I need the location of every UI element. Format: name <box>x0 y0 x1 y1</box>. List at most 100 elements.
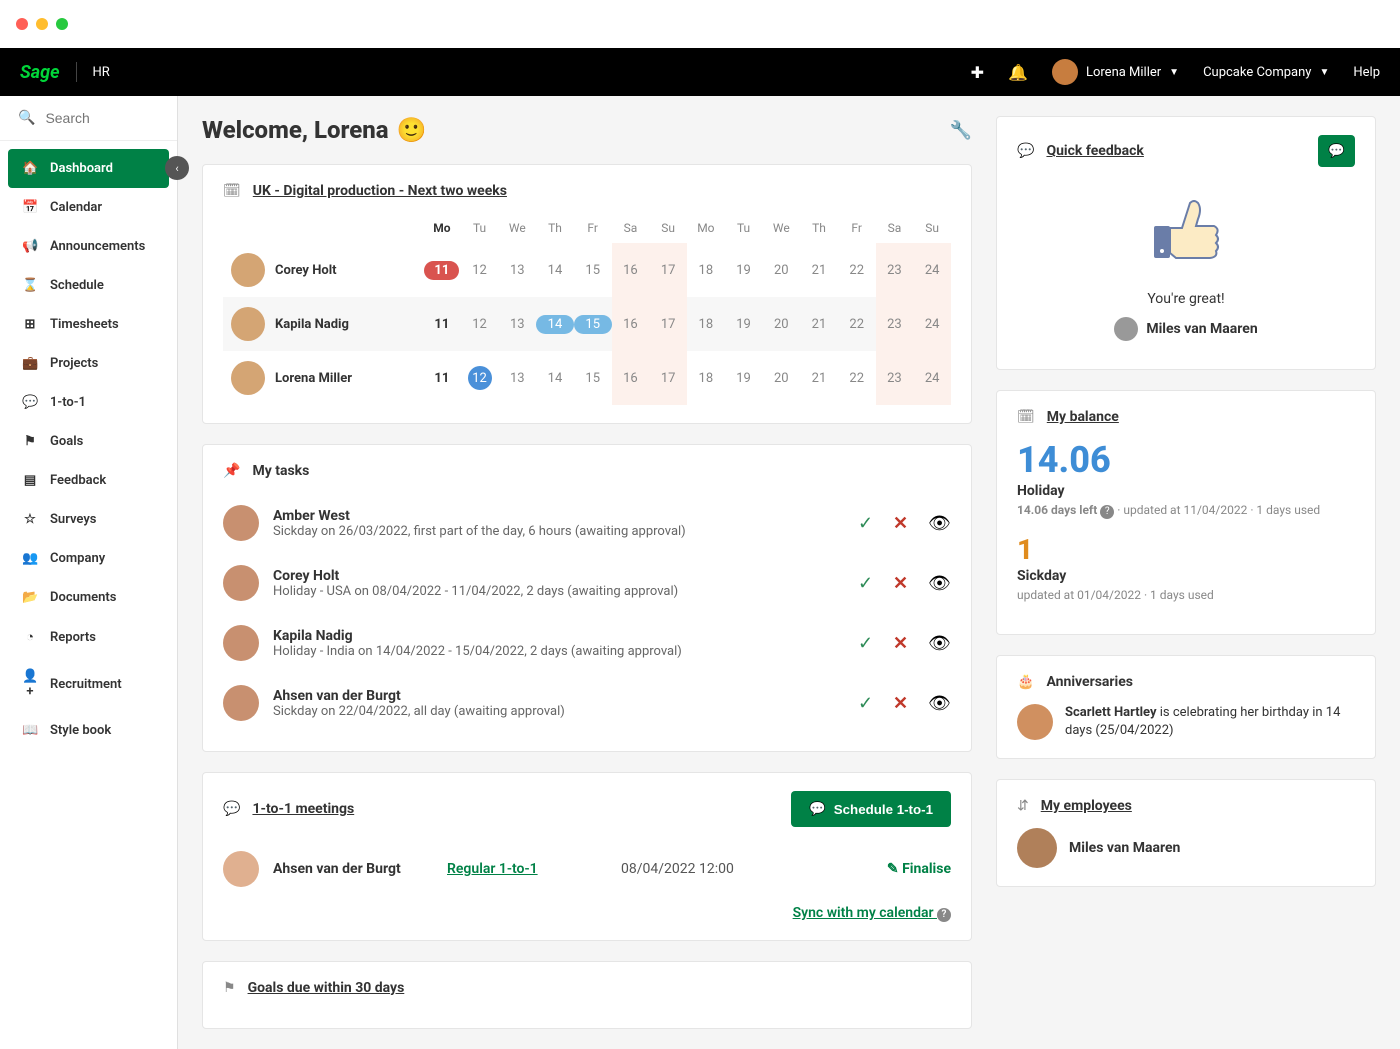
meetings-title[interactable]: 1-to-1 meetings <box>252 801 354 817</box>
help-link[interactable]: Help <box>1353 65 1380 80</box>
cal-cell[interactable]: 20 <box>762 351 800 405</box>
search-bar[interactable]: 🔍 <box>0 96 177 141</box>
cal-cell[interactable]: 13 <box>498 351 536 405</box>
cal-person[interactable]: Corey Holt <box>223 243 423 297</box>
cal-cell[interactable]: 18 <box>687 243 725 297</box>
add-icon[interactable]: ✚ <box>971 63 984 82</box>
approve-icon[interactable]: ✓ <box>858 573 873 594</box>
cal-cell[interactable]: 14 <box>536 297 574 351</box>
cal-cell[interactable]: 12 <box>461 297 499 351</box>
sidebar-item-schedule[interactable]: ⌛Schedule <box>8 266 169 305</box>
cal-cell[interactable]: 19 <box>725 351 763 405</box>
cal-cell[interactable]: 16 <box>612 243 650 297</box>
sidebar-item-calendar[interactable]: 📅Calendar <box>8 188 169 227</box>
org-icon: ⇵ <box>1017 798 1029 814</box>
cal-cell[interactable]: 22 <box>838 351 876 405</box>
sidebar-item-recruitment[interactable]: 👤+Recruitment <box>8 657 169 711</box>
sidebar-item-reports[interactable]: ◔Reports <box>8 617 169 657</box>
cal-cell[interactable]: 15 <box>574 351 612 405</box>
schedule-meeting-button[interactable]: 💬 Schedule 1-to-1 <box>791 791 951 827</box>
cal-cell[interactable]: 23 <box>876 297 914 351</box>
cal-person[interactable]: Lorena Miller <box>223 351 423 405</box>
meeting-type-link[interactable]: Regular 1-to-1 <box>447 861 607 877</box>
sidebar-item-surveys[interactable]: ☆Surveys <box>8 500 169 539</box>
cal-cell[interactable]: 11 <box>423 351 461 405</box>
sync-calendar-link[interactable]: Sync with my calendar ? <box>223 905 951 922</box>
reject-icon[interactable]: ✕ <box>893 693 908 714</box>
sidebar-item-feedback[interactable]: ▤Feedback <box>8 461 169 500</box>
cal-cell[interactable]: 13 <box>498 243 536 297</box>
sidebar-item-announcements[interactable]: 📢Announcements <box>8 227 169 266</box>
sidebar-item-style-book[interactable]: 📖Style book <box>8 711 169 750</box>
sidebar-item-timesheets[interactable]: ⊞Timesheets <box>8 305 169 344</box>
minimize-window-button[interactable] <box>36 18 48 30</box>
cal-cell[interactable]: 14 <box>536 351 574 405</box>
sidebar-item-1-to-1[interactable]: 💬1-to-1 <box>8 383 169 422</box>
feedback-title[interactable]: Quick feedback <box>1046 143 1143 159</box>
cal-cell[interactable]: 24 <box>913 297 951 351</box>
cal-cell[interactable]: 14 <box>536 243 574 297</box>
cal-cell[interactable]: 20 <box>762 297 800 351</box>
sidebar-item-goals[interactable]: ⚑Goals <box>8 422 169 461</box>
new-feedback-button[interactable]: 💬 <box>1318 135 1355 167</box>
approve-icon[interactable]: ✓ <box>858 513 873 534</box>
cal-cell[interactable]: 24 <box>913 243 951 297</box>
finalise-link[interactable]: ✎ Finalise <box>887 861 951 877</box>
cal-cell[interactable]: 16 <box>612 297 650 351</box>
cal-cell[interactable]: 21 <box>800 351 838 405</box>
goals-title[interactable]: Goals due within 30 days <box>248 980 405 996</box>
cal-cell[interactable]: 17 <box>649 297 687 351</box>
sidebar-item-documents[interactable]: 📂Documents <box>8 578 169 617</box>
cal-cell[interactable]: 23 <box>876 351 914 405</box>
collapse-sidebar-button[interactable]: ‹ <box>165 156 189 180</box>
reject-icon[interactable]: ✕ <box>893 573 908 594</box>
company-menu[interactable]: Cupcake Company ▼ <box>1203 65 1329 80</box>
cal-cell[interactable]: 11 <box>423 297 461 351</box>
cal-cell[interactable]: 20 <box>762 243 800 297</box>
cal-cell[interactable]: 15 <box>574 243 612 297</box>
sickday-balance-number: 1 <box>1017 533 1355 566</box>
cal-cell[interactable]: 18 <box>687 351 725 405</box>
cal-cell[interactable]: 11 <box>423 243 461 297</box>
cal-cell[interactable]: 18 <box>687 297 725 351</box>
sidebar-item-company[interactable]: 👥Company <box>8 539 169 578</box>
reject-icon[interactable]: ✕ <box>893 633 908 654</box>
user-menu[interactable]: Lorena Miller ▼ <box>1052 59 1179 85</box>
view-icon[interactable]: 👁 <box>928 693 951 714</box>
cal-cell[interactable]: 12 <box>461 351 499 405</box>
cal-cell[interactable]: 12 <box>461 243 499 297</box>
cal-cell[interactable]: 16 <box>612 351 650 405</box>
balance-title[interactable]: My balance <box>1047 409 1119 425</box>
cal-cell[interactable]: 21 <box>800 297 838 351</box>
sidebar-item-projects[interactable]: 💼Projects <box>8 344 169 383</box>
view-icon[interactable]: 👁 <box>928 513 951 534</box>
search-input[interactable] <box>45 110 159 126</box>
close-window-button[interactable] <box>16 18 28 30</box>
approve-icon[interactable]: ✓ <box>858 693 873 714</box>
cal-cell[interactable]: 23 <box>876 243 914 297</box>
sidebar-item-dashboard[interactable]: 🏠Dashboard <box>8 149 169 188</box>
settings-icon[interactable]: 🔧 <box>950 120 972 141</box>
view-icon[interactable]: 👁 <box>928 573 951 594</box>
approve-icon[interactable]: ✓ <box>858 633 873 654</box>
notifications-icon[interactable]: 🔔 <box>1008 63 1028 82</box>
cal-cell[interactable]: 22 <box>838 297 876 351</box>
cal-cell[interactable]: 24 <box>913 351 951 405</box>
cal-person[interactable]: Kapila Nadig <box>223 297 423 351</box>
cal-cell[interactable]: 19 <box>725 297 763 351</box>
reject-icon[interactable]: ✕ <box>893 513 908 534</box>
cal-cell[interactable]: 13 <box>498 297 536 351</box>
calendar-title[interactable]: UK - Digital production - Next two weeks <box>253 183 507 199</box>
cal-cell[interactable]: 17 <box>649 351 687 405</box>
cal-cell[interactable]: 15 <box>574 297 612 351</box>
cal-cell[interactable]: 19 <box>725 243 763 297</box>
maximize-window-button[interactable] <box>56 18 68 30</box>
cal-cell[interactable]: 22 <box>838 243 876 297</box>
employee-item[interactable]: Miles van Maaren <box>1017 828 1355 868</box>
cal-cell[interactable]: 17 <box>649 243 687 297</box>
anniversaries-title: Anniversaries <box>1046 674 1133 690</box>
employees-title[interactable]: My employees <box>1041 798 1132 814</box>
view-icon[interactable]: 👁 <box>928 633 951 654</box>
logo[interactable]: Sage <box>20 62 60 83</box>
cal-cell[interactable]: 21 <box>800 243 838 297</box>
